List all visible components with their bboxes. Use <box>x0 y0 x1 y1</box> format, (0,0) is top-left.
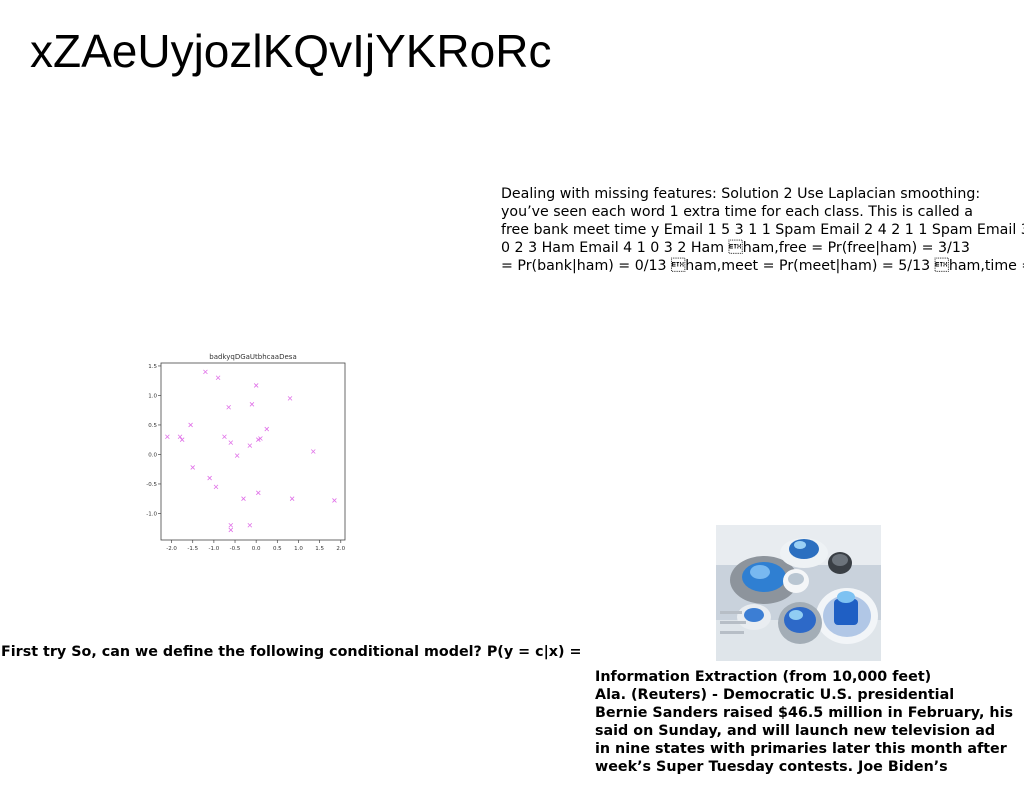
text-line: Dealing with missing features: Solution … <box>501 186 981 202</box>
scatter-point <box>287 396 293 401</box>
text-line: 0 2 3 Ham Email 4 1 0 3 2 Ham ham,free … <box>501 240 970 256</box>
x-tick-label: -0.5 <box>230 546 241 552</box>
text-line: = Pr(bank|ham) = 0/13 ham,meet = Pr(mee… <box>501 258 1024 274</box>
scatter-point <box>247 522 253 528</box>
page-title: xZAeUyjozlKQvIjYKRoRc <box>30 25 552 77</box>
x-tick-label: -2.0 <box>166 546 177 552</box>
scatter-point <box>289 496 295 501</box>
scatter-point <box>222 434 227 440</box>
scatter-point <box>228 527 234 533</box>
x-tick-label: 2.0 <box>336 546 345 552</box>
x-tick-label: 0.5 <box>273 546 282 552</box>
text-line: you’ve seen each word 1 extra time for e… <box>501 204 973 220</box>
scatter-point <box>241 496 246 501</box>
laplacian-smoothing-text: Dealing with missing features: Solution … <box>501 185 1024 275</box>
text-line: Ala. (Reuters) - Democratic U.S. preside… <box>595 687 955 703</box>
dessert-plates-photo <box>716 525 881 661</box>
text-line: Information Extraction (from 10,000 feet… <box>595 669 932 685</box>
y-tick-label: -1.0 <box>146 511 157 517</box>
text-line: free bank meet time y Email 1 5 3 1 1 Sp… <box>501 222 1024 238</box>
scatter-point <box>215 375 221 381</box>
scatter-chart: badkyqDGaUtbhcaaDesa -2.0 -1.5 -1.0 -0.5 0.0… <box>146 353 346 552</box>
y-tick-label: 0.5 <box>148 423 157 429</box>
plot-frame <box>160 362 346 541</box>
scatter-point <box>203 369 208 375</box>
first-try-heading: First try So, can we define the followin… <box>1 644 582 660</box>
scatter-point <box>207 475 212 481</box>
scatter-point <box>234 453 240 458</box>
y-tick-label: 0.0 <box>148 452 157 458</box>
text-line: in nine states with primaries later this… <box>595 741 1007 757</box>
x-axis: -2.0 -1.5 -1.0 -0.5 0.0 0.5 1.0 1.5 2.0 <box>166 540 346 552</box>
scatter-point <box>256 490 261 496</box>
y-axis: 1.5 1.0 0.5 0.0 -0.5 -1.0 <box>146 364 161 517</box>
scatter-point <box>253 383 259 388</box>
scatter-point <box>190 465 196 470</box>
y-tick-label: -0.5 <box>146 482 157 488</box>
y-tick-label: 1.0 <box>148 393 157 399</box>
text-line: Bernie Sanders raised $46.5 million in F… <box>595 705 1013 721</box>
x-tick-label: 0.0 <box>252 546 261 552</box>
x-tick-label: -1.0 <box>209 546 220 552</box>
scatter-point <box>228 522 234 528</box>
text-line: week’s Super Tuesday contests. Joe Biden… <box>595 759 948 775</box>
scatter-point <box>165 434 170 440</box>
scatter-point <box>310 449 316 454</box>
scatter-point <box>228 440 234 445</box>
scatter-points <box>165 369 337 533</box>
scatter-point <box>213 484 219 490</box>
scatter-point <box>332 498 337 503</box>
scatter-point <box>188 422 193 428</box>
x-tick-label: 1.5 <box>315 546 324 552</box>
scatter-point <box>226 404 231 410</box>
scatter-point <box>264 426 270 432</box>
scatter-point <box>247 443 253 448</box>
y-tick-label: 1.5 <box>148 364 157 370</box>
chart-title: badkyqDGaUtbhcaaDesa <box>209 353 296 361</box>
x-tick-label: -1.5 <box>187 546 198 552</box>
scatter-point <box>249 402 255 407</box>
text-line: said on Sunday, and will launch new tele… <box>595 723 996 739</box>
information-extraction-text: Information Extraction (from 10,000 feet… <box>595 668 1013 776</box>
x-tick-label: 1.0 <box>294 546 303 552</box>
